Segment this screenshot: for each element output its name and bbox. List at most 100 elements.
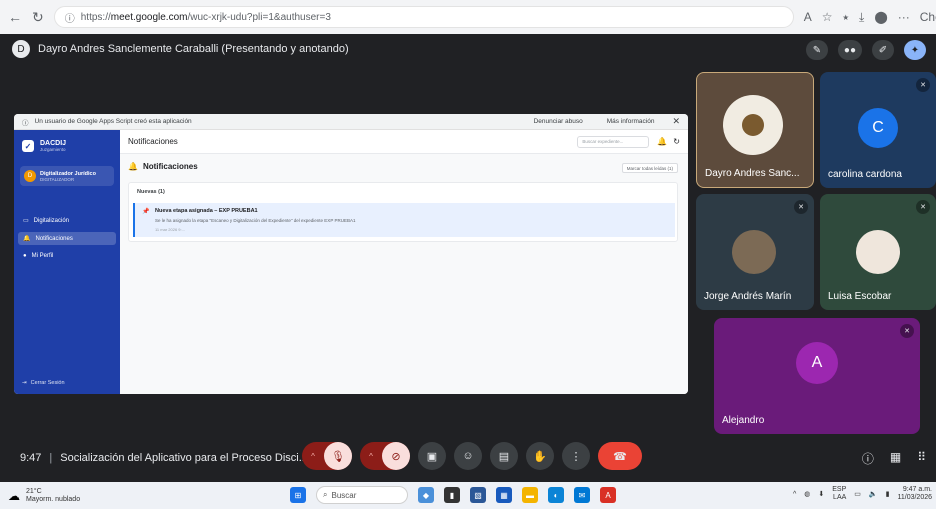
raise-hand-button[interactable]: ✋: [526, 442, 554, 470]
terminal-icon[interactable]: ▮: [444, 487, 460, 503]
weather-widget[interactable]: 21°C Mayorm. nublado: [26, 488, 80, 504]
widgets-icon[interactable]: ◆: [418, 487, 434, 503]
emoji-button[interactable]: ☺: [454, 442, 482, 470]
participant-tile[interactable]: ✕ Jorge Andrés Marín: [696, 194, 814, 310]
mic-off-icon: ✕: [916, 78, 930, 92]
start-icon[interactable]: ⊞: [290, 487, 306, 503]
tray-app-icon[interactable]: ⬇: [818, 490, 824, 498]
participants-icon[interactable]: ●●: [837, 40, 862, 60]
camera-options-chevron-icon[interactable]: ^: [360, 452, 382, 461]
store-icon[interactable]: ▧: [470, 487, 486, 503]
participant-name: Luisa Escobar: [828, 291, 892, 302]
participant-tile[interactable]: ✕ Luisa Escobar: [820, 194, 936, 310]
meeting-title: Socialización del Aplicativo para el Pro…: [60, 452, 308, 464]
app-main: Notificaciones Buscar expediente... 🔔 ↻ …: [120, 130, 688, 394]
back-icon[interactable]: ←: [8, 9, 22, 25]
participant-tile[interactable]: ✕ A Alejandro: [714, 318, 920, 434]
downloads-icon[interactable]: ⤓: [859, 10, 864, 25]
clock[interactable]: 9:47 a.m. 11/03/2026: [897, 486, 932, 502]
annotation-off-icon[interactable]: ✎: [805, 40, 828, 60]
notification-title: Nueva etapa asignada – EXP PRUEBA1: [155, 208, 258, 214]
present-screen-button[interactable]: ▣: [418, 442, 446, 470]
main-header: Notificaciones Buscar expediente... 🔔 ↻: [120, 130, 688, 154]
meet-area: D Dayro Andres Sanclemente Caraballi (Pr…: [0, 34, 936, 482]
participant-name: Alejandro: [722, 415, 765, 426]
browser-toolbar: ← ↻ ⓘ https://meet.google.com/wuc-xrjk-u…: [0, 0, 936, 34]
gemini-icon[interactable]: ✦: [904, 40, 926, 60]
meeting-info: 9:47 | Socialización del Aplicativo para…: [20, 452, 308, 464]
captions-button[interactable]: ▤: [490, 442, 518, 470]
participant-photo: [723, 95, 783, 155]
section-title: 🔔 Notificaciones: [128, 162, 198, 171]
header-title: Notificaciones: [128, 137, 178, 146]
refresh-icon[interactable]: ↻: [673, 137, 680, 146]
apps-script-banner: ⓘ Un usuario de Google Apps Script creó …: [14, 114, 688, 130]
reload-icon[interactable]: ↻: [32, 9, 44, 26]
chevron-up-icon[interactable]: ^: [793, 491, 796, 498]
scan-icon: ▭: [23, 218, 29, 224]
camera-off-button[interactable]: ⊘: [382, 442, 410, 470]
bell-icon[interactable]: 🔔: [657, 137, 667, 146]
pen-icon[interactable]: ✐: [872, 40, 894, 60]
notification-date: 11 mar 2026 9:...: [155, 227, 185, 232]
shared-screen: ⓘ Un usuario de Google Apps Script creó …: [14, 114, 688, 394]
group-label: Nuevas (1): [137, 189, 165, 195]
meeting-details-icon[interactable]: ⓘ: [862, 450, 874, 467]
logout-button[interactable]: ⇥ Cerrar Sesión: [22, 380, 65, 386]
language-indicator[interactable]: ESP LAA: [832, 486, 846, 502]
mic-options-chevron-icon[interactable]: ^: [302, 452, 324, 461]
participant-tile[interactable]: ✕ C carolina cardona: [820, 72, 936, 188]
mic-off-icon: ✕: [916, 200, 930, 214]
top-right-controls: ✎ ●● ✐ ✦: [805, 40, 926, 60]
bell-icon: 🔔: [23, 236, 31, 242]
more-info-link[interactable]: Más información: [607, 118, 655, 125]
read-aloud-icon[interactable]: A: [804, 10, 812, 24]
brand-name: DACDIJ: [40, 140, 67, 147]
url-text: https://meet.google.com/wuc-xrjk-udu?pli…: [80, 11, 331, 23]
mark-all-read-button[interactable]: Marcar todas leídas (1): [621, 163, 678, 173]
close-icon[interactable]: ✕: [672, 116, 680, 127]
battery-icon[interactable]: ▮: [886, 490, 890, 498]
right-controls: ⓘ ▦ ⠿: [862, 450, 926, 467]
profile-label[interactable]: Chc: [920, 10, 936, 24]
participant-tile[interactable]: Dayro Andres Sanc...: [696, 72, 814, 188]
system-tray: ^ ◍ ⬇ ESP LAA ▭ 🔈 ▮ 9:47 a.m. 11/03/2026: [793, 486, 932, 502]
nav-digitalizacion[interactable]: ▭ Digitalización: [18, 214, 116, 227]
leave-call-button[interactable]: ☎: [598, 442, 642, 470]
mic-off-button[interactable]: 🎙: [324, 442, 352, 470]
extension-icon[interactable]: ⬤: [874, 10, 887, 24]
nav-notificaciones[interactable]: 🔔 Notificaciones: [18, 232, 116, 245]
report-abuse-link[interactable]: Denunciar abuso: [534, 118, 583, 125]
nav-mi-perfil[interactable]: ● Mi Perfil: [18, 249, 116, 262]
acrobat-icon[interactable]: A: [600, 487, 616, 503]
more-options-button[interactable]: ⋮: [562, 442, 590, 470]
user-avatar: D: [24, 170, 36, 182]
volume-icon[interactable]: 🔈: [869, 490, 878, 498]
site-info-icon[interactable]: ⓘ: [65, 10, 75, 25]
logout-icon: ⇥: [22, 380, 27, 386]
monitor-icon[interactable]: ▭: [854, 490, 861, 498]
presenter-label: Dayro Andres Sanclemente Caraballi (Pres…: [38, 43, 349, 55]
mic-control: ^ 🎙: [302, 442, 352, 470]
outlook-icon[interactable]: ✉: [574, 487, 590, 503]
participant-avatar: C: [858, 108, 898, 148]
presenter-bar: D Dayro Andres Sanclemente Caraballi (Pr…: [12, 40, 349, 58]
bell-icon: 🔔: [128, 162, 138, 171]
calculator-icon[interactable]: ▦: [496, 487, 512, 503]
tray-app-icon[interactable]: ◍: [804, 490, 810, 498]
participant-photo: [732, 230, 776, 274]
meeting-time: 9:47: [20, 452, 42, 464]
search-input[interactable]: Buscar expediente...: [577, 135, 650, 148]
chat-icon[interactable]: ▦: [890, 450, 901, 467]
file-explorer-icon[interactable]: ▬: [522, 487, 538, 503]
activities-icon[interactable]: ⠿: [917, 450, 926, 467]
notification-item[interactable]: 📌 Nueva etapa asignada – EXP PRUEBA1 Se …: [133, 203, 675, 237]
nav-label: Notificaciones: [35, 235, 73, 242]
favorites-star-icon[interactable]: ☆: [822, 10, 833, 24]
address-bar[interactable]: ⓘ https://meet.google.com/wuc-xrjk-udu?p…: [53, 6, 794, 28]
participant-photo: [856, 230, 900, 274]
edge-icon[interactable]: ◐: [548, 487, 564, 503]
more-icon[interactable]: ···: [898, 10, 910, 24]
taskbar-search[interactable]: ⌕ Buscar: [316, 486, 408, 504]
collections-icon[interactable]: ⭑: [843, 10, 849, 25]
